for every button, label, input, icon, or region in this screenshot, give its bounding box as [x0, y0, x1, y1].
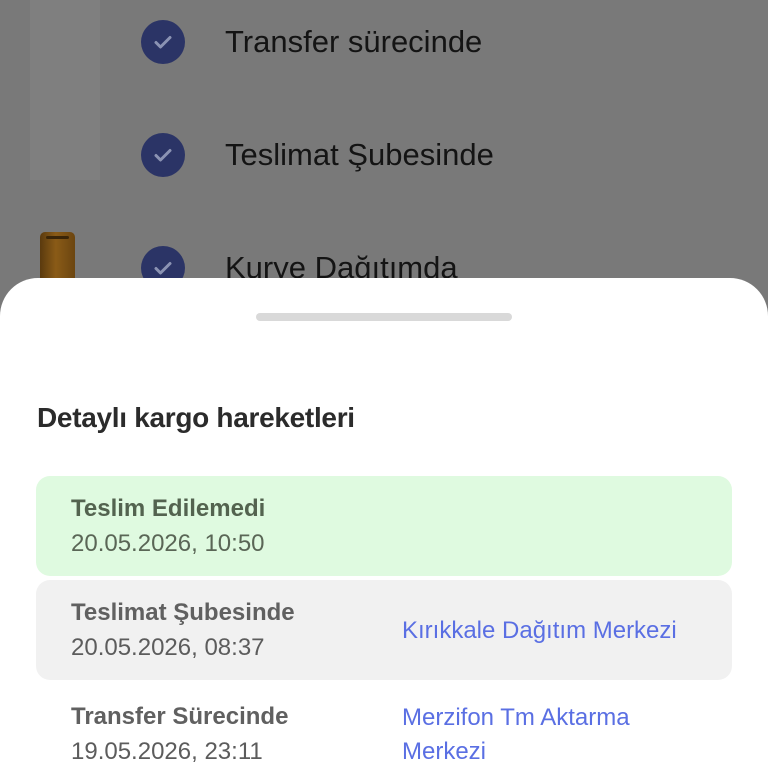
- sheet-drag-handle[interactable]: [256, 313, 512, 321]
- check-circle-icon: [141, 20, 185, 64]
- movement-status: Teslim Edilemedi: [71, 495, 266, 522]
- movement-row-branch: Teslimat Şubesinde 20.05.2026, 08:37 Kır…: [36, 580, 732, 680]
- timeline-step-label: Transfer sürecinde: [225, 24, 483, 59]
- check-circle-icon: [141, 133, 185, 177]
- movement-status: Transfer Sürecinde: [71, 703, 289, 730]
- movement-datetime: 19.05.2026, 23:11: [71, 738, 263, 765]
- movement-row-transfer: Transfer Sürecinde 19.05.2026, 23:11 Mer…: [36, 684, 732, 768]
- sheet-title: Detaylı kargo hareketleri: [37, 402, 355, 433]
- timeline-step-branch: Teslimat Şubesinde: [141, 133, 494, 177]
- movement-location-link[interactable]: Kırıkkale Dağıtım Merkezi: [402, 614, 712, 648]
- timeline-step-transfer: Transfer sürecinde: [141, 20, 482, 64]
- timeline-step-label: Teslimat Şubesinde: [225, 137, 494, 172]
- cargo-movements-sheet: Detaylı kargo hareketleri Teslim Edileme…: [0, 278, 768, 768]
- movement-status: Teslimat Şubesinde: [71, 599, 295, 626]
- movement-row-not-delivered: Teslim Edilemedi 20.05.2026, 10:50: [36, 476, 732, 576]
- movement-datetime: 20.05.2026, 08:37: [71, 634, 265, 661]
- timeline-track: [30, 0, 100, 180]
- movement-datetime: 20.05.2026, 10:50: [71, 530, 265, 557]
- movement-location-link[interactable]: Merzifon Tm Aktarma Merkezi: [402, 701, 712, 768]
